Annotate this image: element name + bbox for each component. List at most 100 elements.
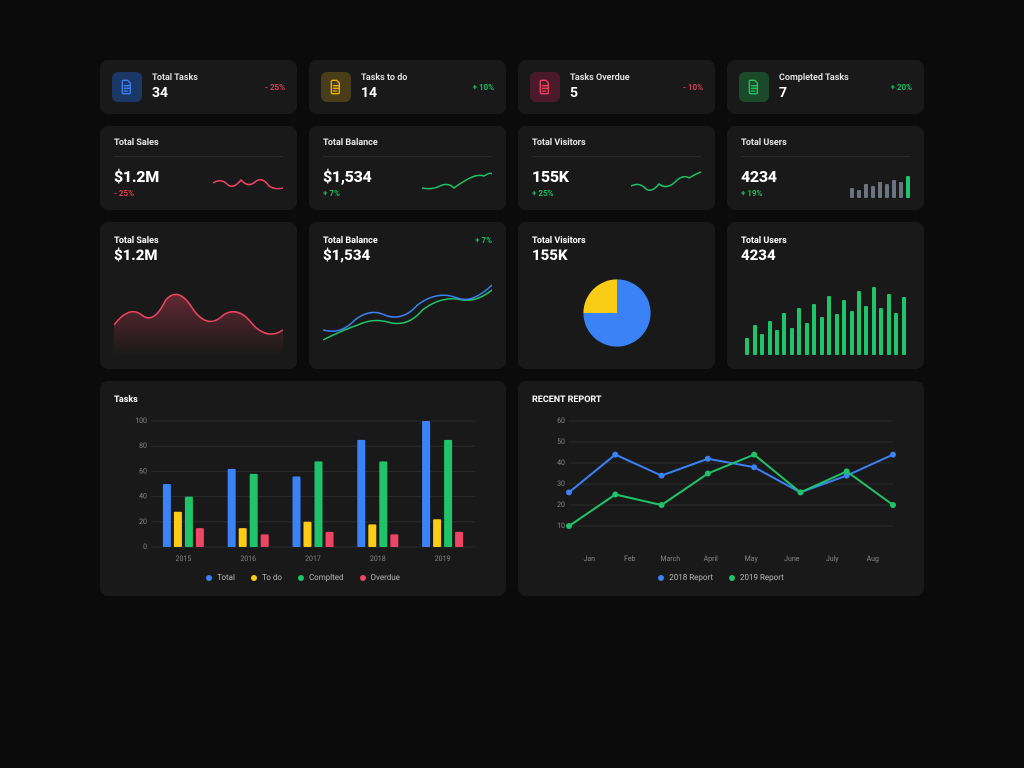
big-title: Total Users [741,236,787,246]
big-metric-card: Total Users4234 [727,222,924,369]
metric-delta: + 19% [741,189,777,198]
svg-text:April: April [704,555,719,563]
legend-item: Overdue [360,573,400,582]
svg-text:2018: 2018 [370,555,386,563]
report-chart-card: RECENT REPORT102030405060JanFebMarchApri… [518,381,924,596]
tasks-chart-card: Tasks02040608010020152016201720182019Tot… [100,381,506,596]
metric-delta: + 7% [323,189,371,198]
big-metric-card: Total Visitors155K [518,222,715,369]
big-title: Total Balance [323,236,378,246]
line-chart [323,270,492,355]
chart-legend: Total To do Complted Overdue [114,573,492,582]
stat-value: 5 [570,85,673,101]
chart-title: RECENT REPORT [532,395,910,405]
metric-title: Total Visitors [532,138,701,157]
legend-label: Overdue [371,573,400,582]
legend-item: 2019 Report [729,573,784,582]
stat-card: Tasks to do 14 + 10% [309,60,506,114]
bar-chart [741,270,910,355]
svg-text:2015: 2015 [176,555,192,563]
big-value: 155K [532,246,586,264]
sparkline-icon [631,168,701,198]
stat-value: 34 [152,85,255,101]
area-chart [114,270,283,355]
big-value: 4234 [741,246,787,264]
legend-item: Complted [298,573,344,582]
big-metric-card: Total Balance$1,534+ 7% [309,222,506,369]
svg-text:2017: 2017 [305,555,321,563]
svg-text:20: 20 [139,518,147,526]
stat-label: Total Tasks [152,73,255,83]
clipboard-icon [321,72,351,102]
svg-text:June: June [784,555,800,563]
legend-label: 2019 Report [740,573,784,582]
svg-text:Feb: Feb [624,555,636,563]
big-value: $1.2M [114,246,159,264]
metric-value: $1.2M [114,167,159,186]
svg-text:40: 40 [557,459,565,467]
legend-dot [729,575,735,581]
stat-value: 7 [779,85,881,101]
metric-title: Total Sales [114,138,283,157]
svg-text:50: 50 [557,438,565,446]
svg-text:40: 40 [139,493,147,501]
metric-value: 155K [532,167,569,186]
legend-dot [360,575,366,581]
metric-value: 4234 [741,167,777,186]
legend-dot [251,575,257,581]
svg-text:100: 100 [135,417,147,425]
clipboard-icon [739,72,769,102]
pie-chart [532,270,701,355]
svg-text:0: 0 [143,543,147,551]
clipboard-icon [530,72,560,102]
metric-value: $1,534 [323,167,371,186]
chart-title: Tasks [114,395,492,405]
svg-text:80: 80 [139,442,147,450]
legend-dot [206,575,212,581]
legend-item: Total [206,573,235,582]
metric-delta: + 25% [532,189,569,198]
svg-text:2019: 2019 [435,555,451,563]
svg-text:60: 60 [139,467,147,475]
legend-dot [298,575,304,581]
big-delta: + 7% [475,236,492,245]
stat-card: Total Tasks 34 - 25% [100,60,297,114]
sparkline-icon [422,168,492,198]
svg-text:March: March [660,555,680,563]
legend-item: 2018 Report [658,573,713,582]
svg-text:Jan: Jan [583,555,595,563]
stat-label: Tasks Overdue [570,73,673,83]
metric-title: Total Users [741,138,910,157]
metric-card: Total Balance $1,534 + 7% [309,126,506,210]
sparkline-icon [213,168,283,198]
metric-title: Total Balance [323,138,492,157]
big-metric-card: Total Sales$1.2M [100,222,297,369]
chart-legend: 2018 Report 2019 Report [532,573,910,582]
stat-card: Tasks Overdue 5 - 10% [518,60,715,114]
svg-text:10: 10 [557,522,565,530]
chart-svg: 02040608010020152016201720182019 [114,415,492,565]
legend-label: 2018 Report [669,573,713,582]
stat-label: Tasks to do [361,73,463,83]
big-title: Total Visitors [532,236,586,246]
legend-item: To do [251,573,282,582]
sparkbars-icon [850,168,910,198]
svg-text:May: May [745,555,759,563]
legend-label: Complted [309,573,344,582]
svg-text:60: 60 [557,417,565,425]
stat-delta: - 25% [265,83,285,92]
stat-delta: - 10% [683,83,703,92]
legend-dot [658,575,664,581]
metric-card: Total Visitors 155K + 25% [518,126,715,210]
clipboard-icon [112,72,142,102]
svg-text:July: July [826,555,839,563]
stat-value: 14 [361,85,463,101]
svg-text:20: 20 [557,501,565,509]
big-title: Total Sales [114,236,159,246]
legend-label: Total [217,573,235,582]
stat-card: Completed Tasks 7 + 20% [727,60,924,114]
svg-text:Aug: Aug [867,555,879,563]
stat-label: Completed Tasks [779,73,881,83]
stat-delta: + 10% [473,83,494,92]
stat-delta: + 20% [891,83,912,92]
